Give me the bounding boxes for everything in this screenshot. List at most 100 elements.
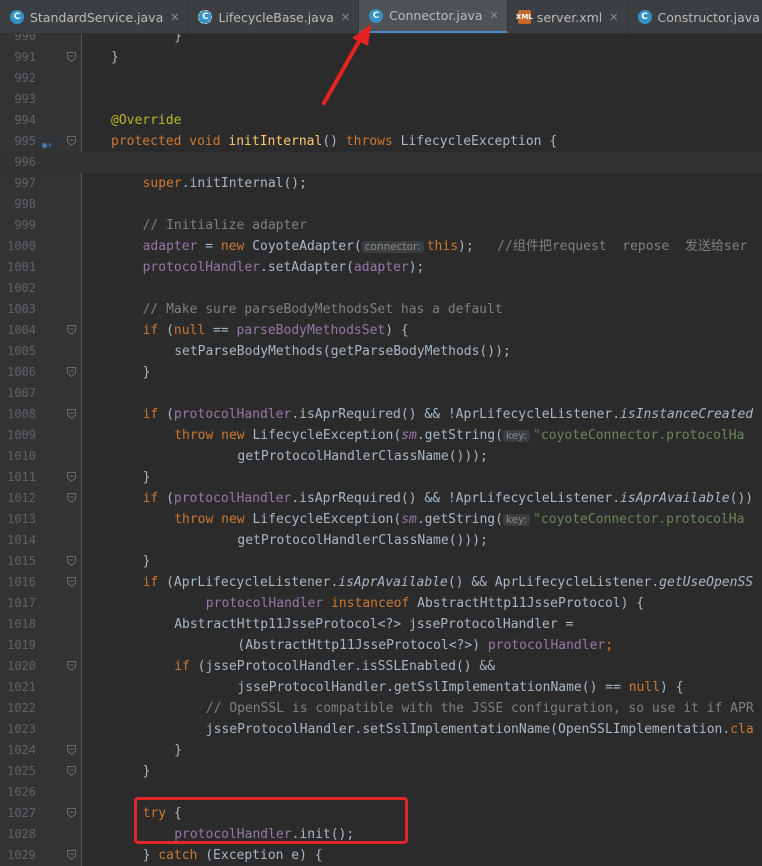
code-token: AbstractHttp11JsseProtocol) {: [417, 596, 645, 611]
code-token: =: [197, 239, 221, 254]
line-number: 1003: [7, 302, 36, 316]
close-icon[interactable]: ✕: [170, 11, 179, 24]
code-line[interactable]: 993: [0, 89, 762, 110]
code-token: }: [111, 50, 119, 65]
code-line[interactable]: 1029} catch (Exception e) {: [0, 845, 762, 866]
code-token: isInstanceCreated: [620, 407, 754, 422]
tab-standardservice-java[interactable]: C StandardService.java ✕: [0, 0, 189, 33]
code-token: .init();: [291, 827, 355, 842]
code-line[interactable]: 1021 jsseProtocolHandler.getSslImplementa…: [0, 677, 762, 698]
line-number: 997: [14, 176, 36, 190]
tab-label: StandardService.java: [30, 9, 164, 25]
code-line[interactable]: 1027 try {: [0, 803, 762, 824]
code-token: (: [166, 323, 174, 338]
code-line[interactable]: 1000 adapter = new CoyoteAdapter(connecto…: [0, 236, 762, 257]
code-line[interactable]: 1019 (AbstractHttp11JsseProtocol<?>) prot…: [0, 635, 762, 656]
code-token: //组件把request repose 发送给ser: [497, 239, 748, 254]
fold-marker-icon[interactable]: [67, 136, 76, 146]
line-number: 1007: [7, 386, 36, 400]
code-line[interactable]: 1011}: [0, 467, 762, 488]
code-line[interactable]: 1010 getProtocolHandlerClassName()));: [0, 446, 762, 467]
tab-lifecyclebase-java[interactable]: C LifecycleBase.java ✕: [188, 0, 360, 33]
fold-marker-icon[interactable]: [67, 52, 76, 62]
code-token: LifecycleException {: [400, 134, 558, 149]
fold-marker-icon[interactable]: [67, 745, 76, 755]
line-number: 1028: [7, 827, 36, 841]
fold-marker-icon[interactable]: [67, 325, 76, 335]
code-line[interactable]: 1022 // OpenSSL is compatible with the JS…: [0, 698, 762, 719]
code-text: getProtocolHandlerClassName()));: [237, 530, 487, 551]
fold-marker-icon[interactable]: [67, 661, 76, 671]
code-text: if (AprLifecycleListener.isAprAvailable(…: [143, 572, 754, 593]
fold-marker-icon[interactable]: [67, 850, 76, 860]
java-abstract-class-icon: C: [198, 10, 213, 24]
fold-marker-icon[interactable]: [67, 556, 76, 566]
code-editor[interactable]: 990} 991} 992 993 994 @Override 995 ◉↑ protected…: [0, 34, 762, 866]
java-class-icon: C: [10, 10, 24, 24]
code-token: }: [174, 743, 183, 758]
code-line[interactable]: 1026: [0, 782, 762, 803]
line-number: 1020: [7, 659, 36, 673]
code-line[interactable]: 1004 if (null == parseBodyMethodsSet) {: [0, 320, 762, 341]
code-line[interactable]: 1012 if (protocolHandler.isAprRequired() …: [0, 488, 762, 509]
code-line[interactable]: 1015}: [0, 551, 762, 572]
code-line[interactable]: 1025}: [0, 761, 762, 782]
code-line[interactable]: 1020 if (jsseProtocolHandler.isSSLEnabled…: [0, 656, 762, 677]
code-token: protocolHandler: [174, 827, 292, 842]
fold-marker-icon[interactable]: [67, 808, 76, 818]
code-line[interactable]: 991}: [0, 47, 762, 68]
code-line[interactable]: 1014 getProtocolHandlerClassName()));: [0, 530, 762, 551]
line-number: 996: [14, 155, 36, 169]
code-line[interactable]: 1023 jsseProtocolHandler.setSslImplementa…: [0, 719, 762, 740]
line-number: 994: [14, 113, 36, 127]
code-token: ()): [729, 491, 754, 506]
code-text: // Initialize adapter: [143, 215, 307, 236]
code-token: protocolHandler: [487, 638, 606, 653]
code-line[interactable]: 1028 protocolHandler.init();: [0, 824, 762, 845]
fold-marker-icon[interactable]: [67, 367, 76, 377]
code-line[interactable]: 1002: [0, 278, 762, 299]
fold-marker-icon[interactable]: [67, 472, 76, 482]
close-icon[interactable]: ✕: [490, 9, 499, 22]
line-number: 999: [14, 218, 36, 232]
code-token: "coyoteConnector.protocolHa: [533, 428, 745, 443]
code-line[interactable]: 1018 AbstractHttp11JsseProtocol<?> jssePr…: [0, 614, 762, 635]
code-text: protocolHandler.init();: [174, 824, 354, 845]
code-line[interactable]: 998: [0, 194, 762, 215]
tab-server-xml[interactable]: XML server.xml ✕: [508, 0, 628, 33]
code-line[interactable]: 1008 if (protocolHandler.isAprRequired() …: [0, 404, 762, 425]
line-number: 1011: [7, 470, 36, 484]
code-line[interactable]: 999 // Initialize adapter: [0, 215, 762, 236]
code-line[interactable]: 1007: [0, 383, 762, 404]
fold-marker-icon[interactable]: [67, 493, 76, 503]
code-line[interactable]: 1016 if (AprLifecycleListener.isAprAvaila…: [0, 572, 762, 593]
fold-marker-icon[interactable]: [67, 409, 76, 419]
code-token: null: [628, 680, 661, 695]
code-line[interactable]: 997 super.initInternal();: [0, 173, 762, 194]
code-line[interactable]: 992: [0, 68, 762, 89]
code-line[interactable]: 1013 throw new LifecycleException(sm.getS…: [0, 509, 762, 530]
code-token: .initInternal();: [181, 176, 307, 191]
code-text: }: [143, 362, 151, 383]
code-line[interactable]: 1005 setParseBodyMethods(getParseBodyMeth…: [0, 341, 762, 362]
code-token: }: [142, 848, 159, 863]
tab-constructor-java[interactable]: CConstructor.java✕: [628, 0, 762, 33]
code-line[interactable]: 994 @Override: [0, 110, 762, 131]
code-line[interactable]: 995 ◉↑ protected void initInternal() throw…: [0, 131, 762, 152]
code-line[interactable]: 1001 protocolHandler.setAdapter(adapter);: [0, 257, 762, 278]
tab-label: Connector.java: [389, 8, 483, 23]
code-line[interactable]: 1024}: [0, 740, 762, 761]
code-line[interactable]: 996: [0, 152, 762, 173]
fold-marker-icon[interactable]: [67, 766, 76, 776]
code-line[interactable]: 990}: [0, 34, 762, 47]
code-line[interactable]: 1017 protocolHandler instanceof AbstractH…: [0, 593, 762, 614]
tab-connector-java[interactable]: C Connector.java ✕: [359, 0, 508, 33]
fold-marker-icon[interactable]: [67, 577, 76, 587]
code-line[interactable]: 1006}: [0, 362, 762, 383]
close-icon[interactable]: ✕: [609, 11, 618, 24]
code-token: sm: [401, 512, 417, 527]
code-line[interactable]: 1003 // Make sure parseBodyMethodsSet has…: [0, 299, 762, 320]
code-line[interactable]: 1009 throw new LifecycleException(sm.getS…: [0, 425, 762, 446]
code-token: protected void: [111, 134, 229, 149]
close-icon[interactable]: ✕: [341, 11, 350, 24]
